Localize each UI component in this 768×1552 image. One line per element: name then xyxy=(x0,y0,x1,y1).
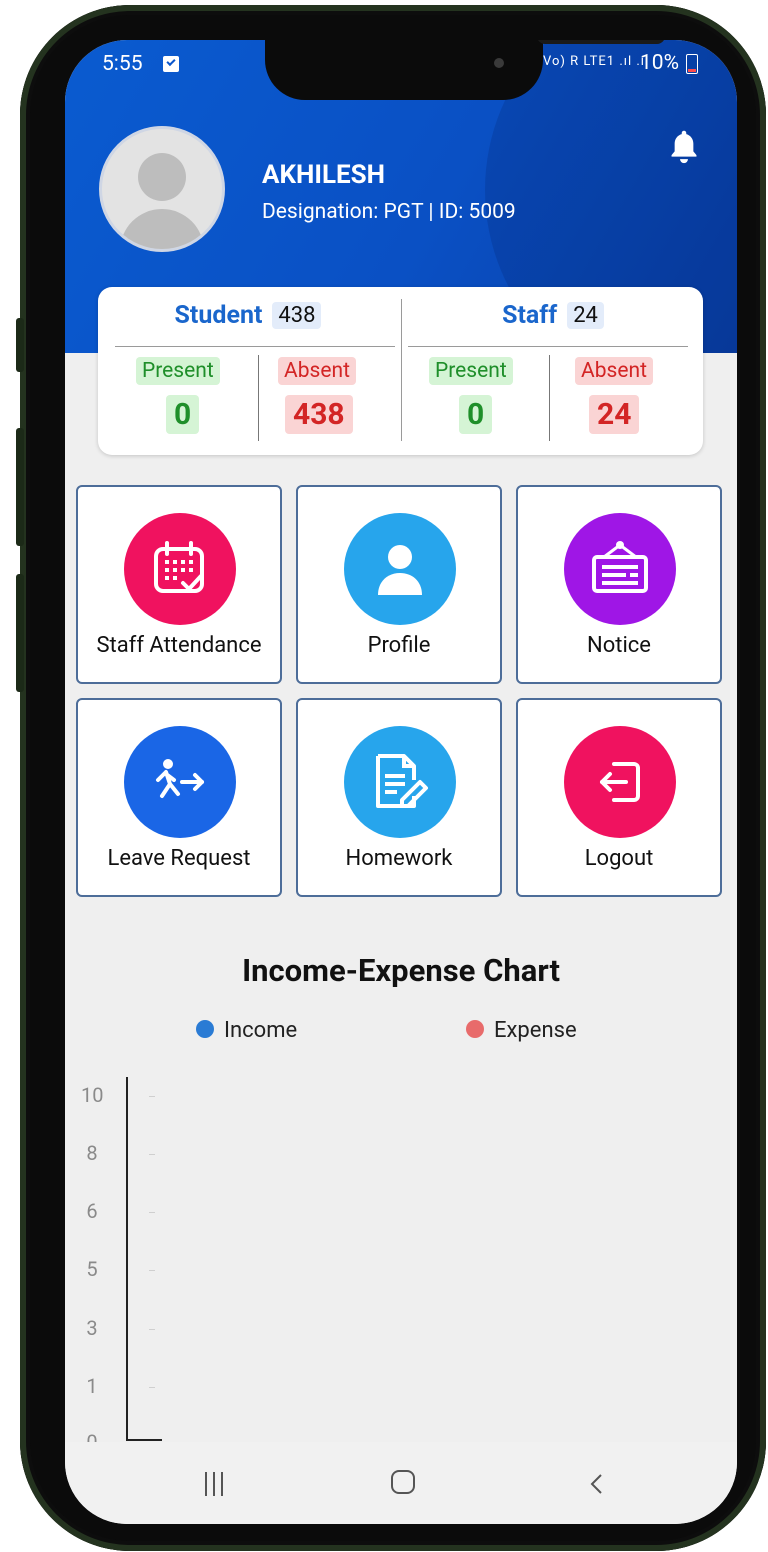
volume-down-button xyxy=(16,574,24,692)
side-button xyxy=(16,318,24,372)
avatar-head xyxy=(138,153,186,201)
student-present-label: Present xyxy=(136,357,220,385)
legend-expense-swatch xyxy=(466,1020,484,1038)
exit-person-icon xyxy=(156,759,204,798)
notification-check-icon xyxy=(163,56,179,72)
logout-icon-circle xyxy=(564,726,676,838)
notice-icon-circle xyxy=(564,513,676,625)
student-total-badge: 438 xyxy=(272,302,322,329)
staff-split-divider xyxy=(549,355,550,441)
chart-x-axis xyxy=(126,1439,162,1441)
earpiece xyxy=(537,40,665,44)
staff-absent-count: 24 xyxy=(589,395,640,434)
stats-divider xyxy=(401,299,402,441)
student-absent-count: 438 xyxy=(285,395,353,434)
y-tick-mark xyxy=(149,1270,155,1271)
staff-attendance-icon-circle xyxy=(124,513,236,625)
student-absent-label: Absent xyxy=(278,357,356,385)
homework-icon-circle xyxy=(344,726,456,838)
y-tick-mark xyxy=(149,1387,155,1388)
staff-present-label: Present xyxy=(429,357,513,385)
recent-apps-icon[interactable] xyxy=(205,1472,225,1496)
profile-label: Profile xyxy=(367,633,431,658)
homework-tile[interactable]: Homework xyxy=(296,698,502,897)
staff-title: Staff xyxy=(502,301,558,330)
staff-absent-label: Absent xyxy=(575,357,653,385)
legend-income[interactable]: Income xyxy=(196,1018,297,1043)
student-stats: Student 438 Present Absent 0 438 xyxy=(103,287,395,455)
y-tick-label: 10 xyxy=(81,1083,104,1107)
logout-tile[interactable]: Logout xyxy=(516,698,722,897)
bell-icon[interactable] xyxy=(667,128,701,166)
student-present-count: 0 xyxy=(166,395,200,434)
leave-request-label: Leave Request xyxy=(107,846,251,871)
y-tick-mark xyxy=(149,1329,155,1330)
y-tick-mark xyxy=(149,1154,155,1155)
front-camera xyxy=(494,58,504,68)
home-icon[interactable] xyxy=(391,1470,415,1494)
back-icon[interactable] xyxy=(585,1472,609,1496)
legend-expense[interactable]: Expense xyxy=(466,1018,577,1043)
calendar-check-icon xyxy=(154,541,204,593)
student-title: Student xyxy=(174,301,263,330)
network-status: Vo) R LTE1 .ıl .ıl xyxy=(543,54,650,69)
staff-attendance-tile[interactable]: Staff Attendance xyxy=(76,485,282,684)
notice-board-icon xyxy=(592,541,648,593)
user-designation: Designation: PGT | ID: 5009 xyxy=(262,200,516,224)
avatar[interactable] xyxy=(99,126,225,252)
y-tick-mark xyxy=(149,1212,155,1213)
legend-income-swatch xyxy=(196,1020,214,1038)
avatar-body xyxy=(120,209,204,249)
y-tick-label: 3 xyxy=(86,1316,98,1340)
y-tick-label: 6 xyxy=(86,1199,98,1223)
student-divider xyxy=(115,346,395,347)
homework-label: Homework xyxy=(345,846,453,871)
y-tick-label: 1 xyxy=(86,1374,98,1398)
staff-attendance-label: Staff Attendance xyxy=(96,633,262,658)
leave-request-icon-circle xyxy=(124,726,236,838)
profile-icon-circle xyxy=(344,513,456,625)
logout-icon xyxy=(600,762,640,802)
logout-label: Logout xyxy=(584,846,654,871)
staff-stats: Staff 24 Present Absent 0 24 xyxy=(408,287,698,455)
battery-percent: 10% xyxy=(640,51,679,75)
chart-y-axis xyxy=(126,1077,128,1441)
legend-expense-label: Expense xyxy=(494,1018,577,1043)
y-tick-label: 0 xyxy=(86,1430,98,1442)
user-icon xyxy=(378,545,422,595)
app-screen: 5:55 Vo) R LTE1 .ıl .ıl 10% AKHILESH Des… xyxy=(65,40,737,1524)
attendance-summary-card: Student 438 Present Absent 0 438 Staff 2… xyxy=(98,287,703,455)
y-tick-label: 8 xyxy=(86,1141,98,1165)
leave-request-tile[interactable]: Leave Request xyxy=(76,698,282,897)
y-tick-mark xyxy=(149,1096,155,1097)
status-time: 5:55 xyxy=(102,52,143,76)
volume-up-button xyxy=(16,428,24,546)
system-navigation-bar xyxy=(65,1442,737,1524)
legend-income-label: Income xyxy=(224,1018,298,1043)
document-pen-icon xyxy=(376,754,428,808)
staff-present-count: 0 xyxy=(459,395,493,434)
battery-icon xyxy=(686,54,698,74)
staff-total-badge: 24 xyxy=(567,302,604,329)
camera-notch xyxy=(265,40,665,100)
staff-divider xyxy=(408,346,688,347)
student-split-divider xyxy=(258,355,259,441)
notice-label: Notice xyxy=(587,633,651,658)
user-name: AKHILESH xyxy=(262,160,386,190)
chart-title: Income-Expense Chart xyxy=(242,952,560,989)
profile-tile[interactable]: Profile xyxy=(296,485,502,684)
y-tick-label: 5 xyxy=(86,1257,98,1281)
notice-tile[interactable]: Notice xyxy=(516,485,722,684)
